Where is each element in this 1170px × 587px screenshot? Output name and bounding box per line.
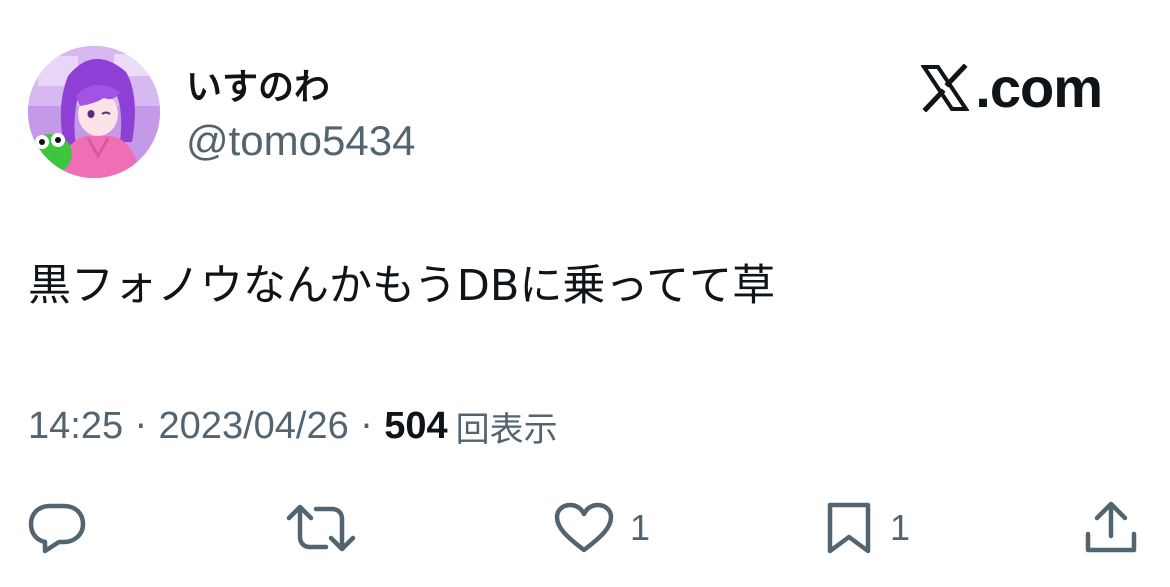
display-name[interactable]: いすのわ <box>186 66 330 110</box>
bookmark-count: 1 <box>890 507 911 548</box>
like-count: 1 <box>630 507 651 548</box>
brand-watermark: .com <box>921 56 1103 119</box>
avatar-image <box>28 46 160 178</box>
meta-separator: · <box>360 405 373 447</box>
share-button[interactable] <box>1084 498 1138 558</box>
meta-separator: · <box>135 405 147 447</box>
user-handle[interactable]: @tomo5434 <box>186 116 415 166</box>
reply-button[interactable] <box>28 498 86 558</box>
retweet-icon <box>286 504 356 552</box>
like-button[interactable]: 1 <box>554 498 650 558</box>
reply-icon <box>28 503 86 554</box>
tweet-meta: 14:25 · 2023/04/26 · 504 回表示 <box>28 400 558 452</box>
tweet-date[interactable]: 2023/04/26 <box>159 405 349 448</box>
views-count: 504 <box>384 404 448 447</box>
brand-text: .com <box>975 56 1103 119</box>
tweet-time[interactable]: 14:25 <box>28 405 123 448</box>
retweet-button[interactable] <box>286 498 356 558</box>
bookmark-icon <box>827 502 871 554</box>
share-icon <box>1085 501 1137 553</box>
heart-icon <box>554 502 614 553</box>
x-logo-icon <box>921 64 970 112</box>
tweet-text: 黒フォノウなんかもうDBに乗ってて草 <box>28 261 776 311</box>
views-label: 回表示 <box>455 409 558 450</box>
tweet-card: いすのわ @tomo5434 .com 黒フォノウなんかもうDBに乗ってて草 1… <box>0 0 1170 587</box>
avatar[interactable] <box>28 46 160 178</box>
bookmark-button[interactable]: 1 <box>824 498 910 558</box>
